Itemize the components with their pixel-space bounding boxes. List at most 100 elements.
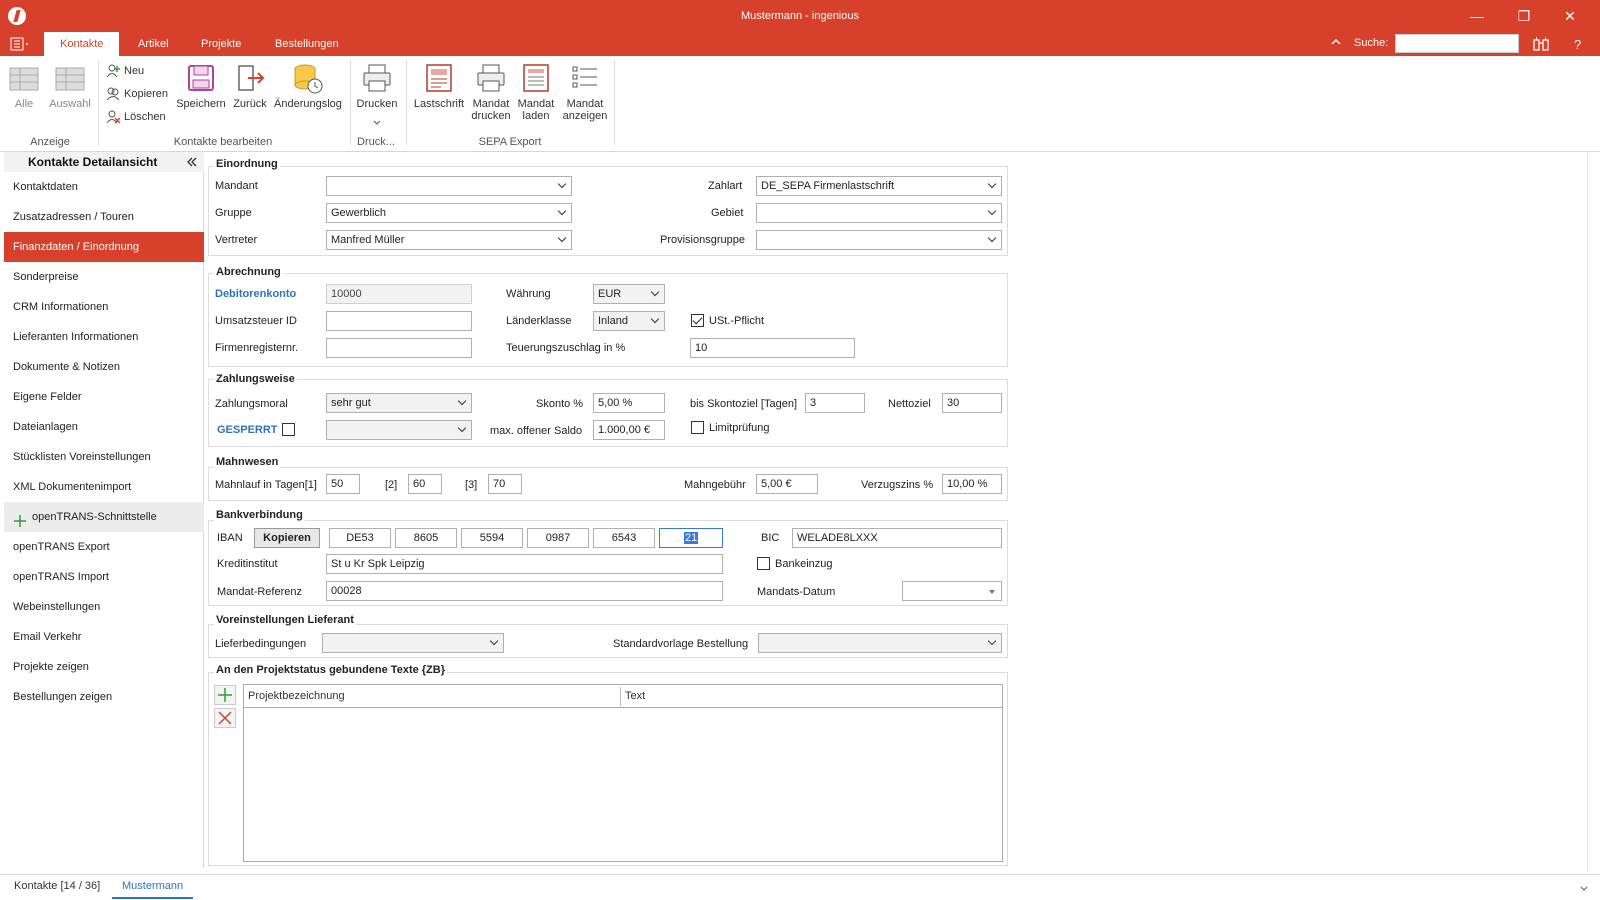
nav-item-sonderpreise[interactable]: Sonderpreise — [4, 262, 204, 292]
teuerungszuschlag-field[interactable]: 10 — [690, 338, 855, 358]
close-button[interactable]: ✕ — [1555, 5, 1585, 27]
nav-item-opentrans-import[interactable]: openTRANS Import — [4, 562, 204, 592]
search-input[interactable] — [1395, 34, 1519, 53]
mandant-select[interactable] — [326, 176, 572, 196]
minimize-button[interactable]: — — [1462, 5, 1492, 27]
zurueck-button[interactable]: Zurück — [230, 62, 270, 110]
firmenregister-field[interactable] — [326, 338, 472, 358]
bic-field[interactable]: WELADE8LXXX — [792, 528, 1002, 548]
mahnlauf-3-field[interactable]: 70 — [488, 474, 522, 494]
ust-id-field[interactable] — [326, 311, 472, 331]
chevron-down-icon[interactable] — [372, 118, 382, 126]
nav-item-dokumente[interactable]: Dokumente & Notizen — [4, 352, 204, 382]
skonto-field[interactable]: 5,00 % — [593, 393, 665, 413]
nav-item-opentrans-schnittstelle[interactable]: openTRANS-Schnittstelle — [4, 502, 204, 532]
nav-item-webeinstellungen[interactable]: Webeinstellungen — [4, 592, 204, 622]
nav-item-bestellungen[interactable]: Bestellungen zeigen — [4, 682, 204, 712]
provisionsgruppe-select[interactable] — [756, 230, 1002, 250]
collapse-panel-icon[interactable] — [186, 156, 198, 168]
ust-pflicht-checkbox[interactable] — [691, 314, 704, 327]
projekt-texte-table[interactable]: Projektbezeichnung Text — [243, 684, 1003, 862]
bankeinzug-checkbox[interactable] — [757, 557, 770, 570]
speichern-button[interactable]: Speichern — [176, 62, 226, 110]
iban-part-2[interactable]: 8605 — [395, 528, 457, 548]
nav-item-finanzdaten[interactable]: Finanzdaten / Einordnung — [4, 232, 204, 262]
column-divider[interactable] — [620, 687, 621, 706]
zahlart-select[interactable]: DE_SEPA Firmenlastschrift — [756, 176, 1002, 196]
tab-projekte[interactable]: Projekte — [185, 32, 257, 56]
column-header-projektbezeichnung[interactable]: Projektbezeichnung — [248, 690, 345, 702]
zahlungsmoral-select[interactable]: sehr gut — [326, 393, 472, 413]
tab-artikel[interactable]: Artikel — [122, 32, 185, 56]
kopieren-button[interactable]: Kopieren — [106, 87, 168, 101]
ust-id-label: Umsatzsteuer ID — [215, 315, 297, 327]
nav-item-lieferanten[interactable]: Lieferanten Informationen — [4, 322, 204, 352]
nav-item-kontaktdaten[interactable]: Kontaktdaten — [4, 172, 204, 202]
tab-kontakte[interactable]: Kontakte — [44, 32, 120, 56]
iban-part-3[interactable]: 5594 — [461, 528, 523, 548]
nav-item-eigene-felder[interactable]: Eigene Felder — [4, 382, 204, 412]
iban-part-5[interactable]: 6543 — [593, 528, 655, 548]
provisionsgruppe-label: Provisionsgruppe — [660, 234, 745, 246]
gruppe-select[interactable]: Gewerblich — [326, 203, 572, 223]
restore-button[interactable]: ❐ — [1509, 5, 1539, 27]
iban-part-1[interactable]: DE53 — [329, 528, 391, 548]
lastschrift-button[interactable]: Lastschrift — [412, 62, 466, 110]
mandats-datum-picker[interactable] — [902, 581, 1002, 601]
kopieren-label: Kopieren — [124, 87, 169, 100]
kopieren-iban-button[interactable]: Kopieren — [254, 528, 320, 548]
mahnlauf-1-field[interactable]: 50 — [326, 474, 360, 494]
gesperrt-checkbox[interactable] — [282, 423, 295, 436]
vertreter-select[interactable]: Manfred Müller — [326, 230, 572, 250]
mandat-laden-button[interactable]: Mandat laden — [516, 62, 556, 122]
nav-item-email[interactable]: Email Verkehr — [4, 622, 204, 652]
standardvorlage-label: Standardvorlage Bestellung — [613, 638, 749, 650]
kreditinstitut-field[interactable]: St u Kr Spk Leipzig — [326, 554, 723, 574]
app-menu-icon[interactable] — [10, 37, 30, 51]
help-icon[interactable]: ? — [1574, 37, 1581, 52]
nav-item-dateianlagen[interactable]: Dateianlagen — [4, 412, 204, 442]
mandat-drucken-button[interactable]: Mandat drucken — [470, 62, 512, 122]
nav-item-zusatzadressen[interactable]: Zusatzadressen / Touren — [4, 202, 204, 232]
nettoziel-field[interactable]: 30 — [942, 393, 1002, 413]
bottom-tab-kontakte[interactable]: Kontakte [14 / 36] — [4, 875, 110, 899]
add-row-button[interactable] — [214, 685, 236, 705]
drucken-button[interactable]: Drucken — [356, 62, 398, 125]
skontoziel-field[interactable]: 3 — [805, 393, 865, 413]
standardvorlage-select[interactable] — [758, 633, 1002, 653]
iban-part-4[interactable]: 0987 — [527, 528, 589, 548]
aenderungslog-button[interactable]: Änderungslog — [274, 62, 342, 110]
max-saldo-field[interactable]: 1.000,00 € — [593, 420, 665, 440]
mahngebuehr-field[interactable]: 5,00 € — [756, 474, 818, 494]
debitorenkonto-link[interactable]: Debitorenkonto — [215, 288, 296, 300]
collapse-ribbon-icon[interactable] — [1330, 36, 1342, 48]
verzugszins-field[interactable]: 10,00 % — [942, 474, 1002, 494]
window-title: Mustermann - ingenious — [740, 10, 859, 22]
lieferbedingungen-select[interactable] — [322, 633, 504, 653]
mahnlauf-2-field[interactable]: 60 — [408, 474, 442, 494]
debitorenkonto-field[interactable]: 10000 — [326, 284, 472, 304]
neu-button[interactable]: Neu — [106, 64, 144, 78]
waehrung-select[interactable]: EUR — [593, 284, 665, 304]
bottom-tab-mustermann[interactable]: Mustermann — [112, 875, 194, 899]
iban-part-6[interactable]: 21 — [659, 528, 723, 548]
column-header-text[interactable]: Text — [625, 690, 645, 702]
gesperrt-grund-select[interactable] — [326, 420, 472, 440]
gebiet-select[interactable] — [756, 203, 1002, 223]
mandat-anzeigen-button[interactable]: Mandat anzeigen — [560, 62, 610, 122]
nav-item-crm[interactable]: CRM Informationen — [4, 292, 204, 322]
delete-row-button[interactable] — [214, 708, 236, 728]
auswahl-button[interactable]: Auswahl — [48, 62, 92, 110]
binoculars-icon[interactable] — [1532, 35, 1550, 53]
nav-item-projekte[interactable]: Projekte zeigen — [4, 652, 204, 682]
loeschen-button[interactable]: Löschen — [106, 110, 166, 124]
alle-button[interactable]: Alle — [6, 62, 42, 110]
tab-bestellungen[interactable]: Bestellungen — [259, 32, 355, 56]
nav-item-xml-import[interactable]: XML Dokumentenimport — [4, 472, 204, 502]
chevron-down-icon[interactable] — [1580, 883, 1588, 891]
nav-item-opentrans-export[interactable]: openTRANS Export — [4, 532, 204, 562]
limitpruefung-checkbox[interactable] — [691, 421, 704, 434]
laenderklasse-select[interactable]: Inland — [593, 311, 665, 331]
nav-item-stuecklisten[interactable]: Stücklisten Voreinstellungen — [4, 442, 204, 472]
mandat-referenz-field[interactable]: 00028 — [326, 581, 723, 601]
